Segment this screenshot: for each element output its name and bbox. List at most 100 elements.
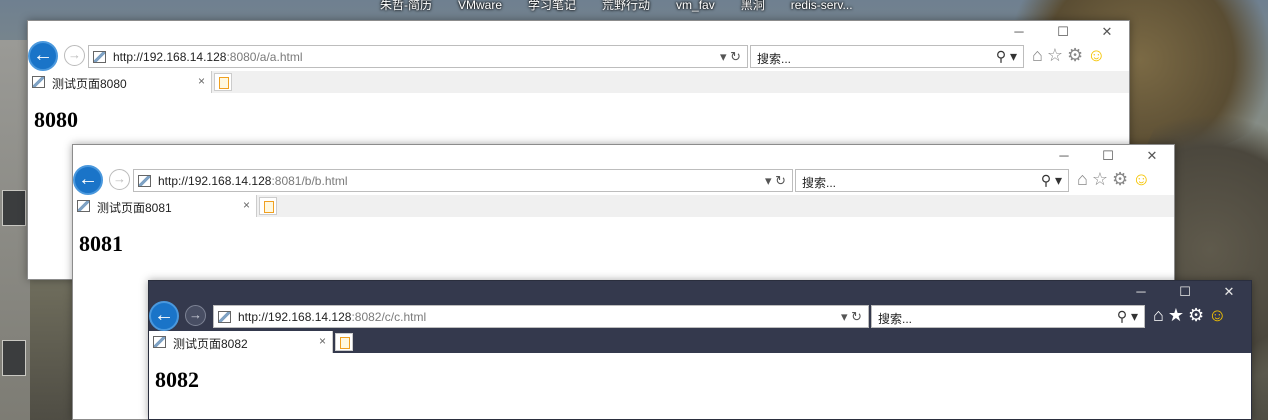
minimize-button[interactable]: ─	[1042, 147, 1086, 165]
tab-row: 测试页面8081 ×	[73, 195, 1174, 217]
feedback-icon[interactable]: ☺	[1132, 169, 1150, 190]
dropdown-icon[interactable]: ▾	[841, 309, 848, 324]
dropdown-icon[interactable]: ▾	[720, 49, 727, 64]
refresh-icon[interactable]: ↻	[851, 309, 862, 324]
settings-icon[interactable]: ⚙	[1067, 45, 1083, 66]
toolbar-icons: ⌂ ★ ⚙ ☺	[1153, 305, 1227, 326]
page-content: 8080	[28, 93, 1129, 147]
tab-close-icon[interactable]: ×	[319, 334, 326, 348]
dropdown-icon[interactable]: ▾	[1010, 48, 1017, 64]
address-row: ← → http://192.168.14.128:8082/c/c.html …	[149, 301, 1251, 331]
maximize-button[interactable]: ☐	[1163, 283, 1207, 301]
search-box[interactable]: 搜索... ⚲ ▾	[750, 45, 1024, 68]
dropdown-icon[interactable]: ▾	[1131, 308, 1138, 324]
desktop-shortcut[interactable]: 黑洞	[741, 0, 765, 22]
refresh-icon[interactable]: ↻	[775, 173, 786, 188]
feedback-icon[interactable]: ☺	[1208, 305, 1226, 326]
search-tools: ⚲ ▾	[1041, 172, 1062, 189]
address-tools: ▾ ↻	[720, 49, 741, 65]
address-bar[interactable]: http://192.168.14.128:8082/c/c.html ▾ ↻	[213, 305, 869, 328]
page-icon	[32, 76, 45, 88]
tab-8082[interactable]: 测试页面8082 ×	[149, 331, 333, 353]
favorites-icon[interactable]: ★	[1168, 305, 1184, 326]
page-heading: 8080	[34, 107, 78, 132]
dropdown-icon[interactable]: ▾	[765, 173, 772, 188]
close-button[interactable]: ✕	[1085, 23, 1129, 41]
page-icon	[93, 51, 106, 63]
favorites-icon[interactable]: ☆	[1092, 169, 1108, 190]
settings-icon[interactable]: ⚙	[1188, 305, 1204, 326]
tab-8081[interactable]: 测试页面8081 ×	[73, 195, 257, 217]
new-tab-button[interactable]	[214, 73, 232, 91]
home-icon[interactable]: ⌂	[1153, 305, 1164, 326]
search-box[interactable]: 搜索... ⚲ ▾	[795, 169, 1069, 192]
tab-close-icon[interactable]: ×	[198, 74, 205, 88]
feedback-icon[interactable]: ☺	[1087, 45, 1105, 66]
search-placeholder: 搜索...	[878, 312, 913, 326]
desktop-shortcut[interactable]: VMware	[458, 0, 502, 22]
search-tools: ⚲ ▾	[996, 48, 1017, 65]
minimize-button[interactable]: ─	[997, 23, 1041, 41]
address-bar[interactable]: http://192.168.14.128:8080/a/a.html ▾ ↻	[88, 45, 748, 68]
home-icon[interactable]: ⌂	[1032, 45, 1043, 66]
page-icon	[138, 175, 151, 187]
search-placeholder: 搜索...	[757, 52, 792, 66]
address-row: ← → http://192.168.14.128:8081/b/b.html …	[73, 165, 1174, 195]
address-bar[interactable]: http://192.168.14.128:8081/b/b.html ▾ ↻	[133, 169, 793, 192]
refresh-icon[interactable]: ↻	[730, 49, 741, 64]
title-bar: ─ ☐ ✕	[149, 281, 1251, 303]
search-icon[interactable]: ⚲	[1117, 308, 1127, 324]
desktop-shortcut-labels: 朱哲-简历 VMware 学习笔记 荒野行动 vm_fav 黑洞 redis-s…	[380, 0, 900, 22]
tab-title: 测试页面8082	[173, 337, 248, 351]
page-icon	[153, 336, 166, 348]
title-bar: ─ ☐ ✕	[73, 145, 1174, 167]
search-box[interactable]: 搜索... ⚲ ▾	[871, 305, 1145, 328]
search-tools: ⚲ ▾	[1117, 308, 1138, 325]
url-text: http://192.168.14.128:8081/b/b.html	[158, 174, 348, 188]
toolbar-icons: ⌂ ☆ ⚙ ☺	[1077, 169, 1151, 190]
toolbar-icons: ⌂ ☆ ⚙ ☺	[1032, 45, 1106, 66]
back-button[interactable]: ←	[28, 41, 58, 71]
desktop-shortcut[interactable]: 学习笔记	[528, 0, 576, 22]
address-tools: ▾ ↻	[841, 309, 862, 325]
page-content: 8082	[149, 353, 1251, 407]
title-bar: ─ ☐ ✕	[28, 21, 1129, 43]
tab-close-icon[interactable]: ×	[243, 198, 250, 212]
maximize-button[interactable]: ☐	[1086, 147, 1130, 165]
forward-button[interactable]: →	[185, 305, 206, 326]
dropdown-icon[interactable]: ▾	[1055, 172, 1062, 188]
search-icon[interactable]: ⚲	[996, 48, 1006, 64]
tab-title: 测试页面8081	[97, 201, 172, 215]
desktop-shortcut[interactable]: 荒野行动	[602, 0, 650, 22]
home-icon[interactable]: ⌂	[1077, 169, 1088, 190]
desktop-shortcut[interactable]: 朱哲-简历	[380, 0, 432, 22]
tab-8080[interactable]: 测试页面8080 ×	[28, 71, 212, 93]
close-button[interactable]: ✕	[1207, 283, 1251, 301]
back-button[interactable]: ←	[149, 301, 179, 331]
url-text: http://192.168.14.128:8080/a/a.html	[113, 50, 303, 64]
tab-row: 测试页面8080 ×	[28, 71, 1129, 93]
page-icon	[77, 200, 90, 212]
page-icon	[218, 311, 231, 323]
close-button[interactable]: ✕	[1130, 147, 1174, 165]
new-tab-button[interactable]	[335, 333, 353, 351]
settings-icon[interactable]: ⚙	[1112, 169, 1128, 190]
desktop-building	[0, 40, 30, 420]
maximize-button[interactable]: ☐	[1041, 23, 1085, 41]
address-tools: ▾ ↻	[765, 173, 786, 189]
search-placeholder: 搜索...	[802, 176, 837, 190]
browser-window-8082: ─ ☐ ✕ ← → http://192.168.14.128:8082/c/c…	[148, 280, 1252, 420]
forward-button[interactable]: →	[64, 45, 85, 66]
page-heading: 8081	[79, 231, 123, 256]
favorites-icon[interactable]: ☆	[1047, 45, 1063, 66]
tab-row: 测试页面8082 ×	[149, 331, 1251, 353]
minimize-button[interactable]: ─	[1119, 283, 1163, 301]
back-button[interactable]: ←	[73, 165, 103, 195]
desktop-shortcut[interactable]: vm_fav	[676, 0, 715, 22]
desktop-shortcut[interactable]: redis-serv...	[791, 0, 853, 22]
search-icon[interactable]: ⚲	[1041, 172, 1051, 188]
tab-title: 测试页面8080	[52, 77, 127, 91]
new-tab-button[interactable]	[259, 197, 277, 215]
forward-button[interactable]: →	[109, 169, 130, 190]
address-row: ← → http://192.168.14.128:8080/a/a.html …	[28, 41, 1129, 71]
